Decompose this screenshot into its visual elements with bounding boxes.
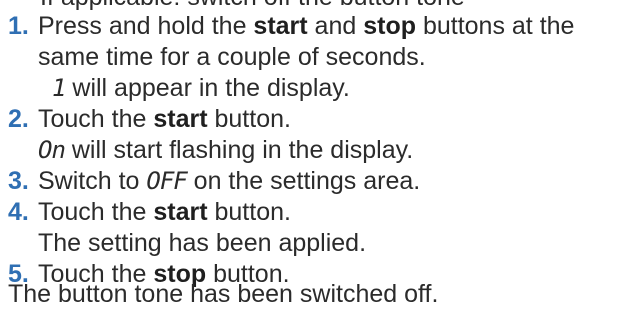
step-4-number: 4. [8, 198, 29, 226]
step-3-number: 3. [8, 167, 29, 195]
step-3-line-1: 3. Switch to OFF on the settings area. [8, 166, 420, 196]
step-4-text-a: Touch the [38, 198, 154, 226]
step-1-stop-keyword: stop [363, 12, 416, 40]
step-3-text-c: on the settings area. [186, 167, 421, 195]
step-2-result-text: will start flashing in the display. [64, 136, 414, 164]
step-2-result: On will start flashing in the display. [38, 135, 413, 165]
step-2-number: 2. [8, 105, 29, 133]
step-1-text-c: and [307, 12, 364, 40]
step-1-line-1: 1. Press and hold the start and stop butt… [8, 11, 574, 41]
clipped-heading-line: If applicable: switch off the button ton… [40, 0, 465, 10]
display-symbol-1: 1 [52, 74, 66, 102]
step-1-start-keyword: start [253, 12, 308, 40]
display-symbol-off: OFF [146, 167, 187, 195]
step-1-line-2: same time for a couple of seconds. [38, 43, 426, 71]
step-1-result: 1 will appear in the display. [52, 73, 350, 103]
step-4-text-c: button. [207, 198, 291, 226]
step-2-text-a: Touch the [38, 105, 154, 133]
final-result-text: The button tone has been switched off. [8, 280, 439, 308]
step-1-text-e: buttons at the [416, 12, 575, 40]
step-1-result-text: will appear in the display. [65, 74, 350, 102]
instruction-document: If applicable: switch off the button ton… [0, 0, 640, 308]
step-2-text-c: button. [207, 105, 291, 133]
step-1-number: 1. [8, 12, 29, 40]
step-2-start-keyword: start [153, 105, 208, 133]
step-2-line-1: 2. Touch the start button. [8, 104, 291, 134]
display-symbol-on: On [38, 136, 66, 164]
step-4-start-keyword: start [153, 198, 208, 226]
step-1-text-a: Press and hold the [38, 12, 254, 40]
step-4-line-2: The setting has been applied. [38, 229, 367, 257]
step-3-text-a: Switch to [38, 167, 147, 195]
step-4-line-1: 4. Touch the start button. [8, 197, 291, 227]
